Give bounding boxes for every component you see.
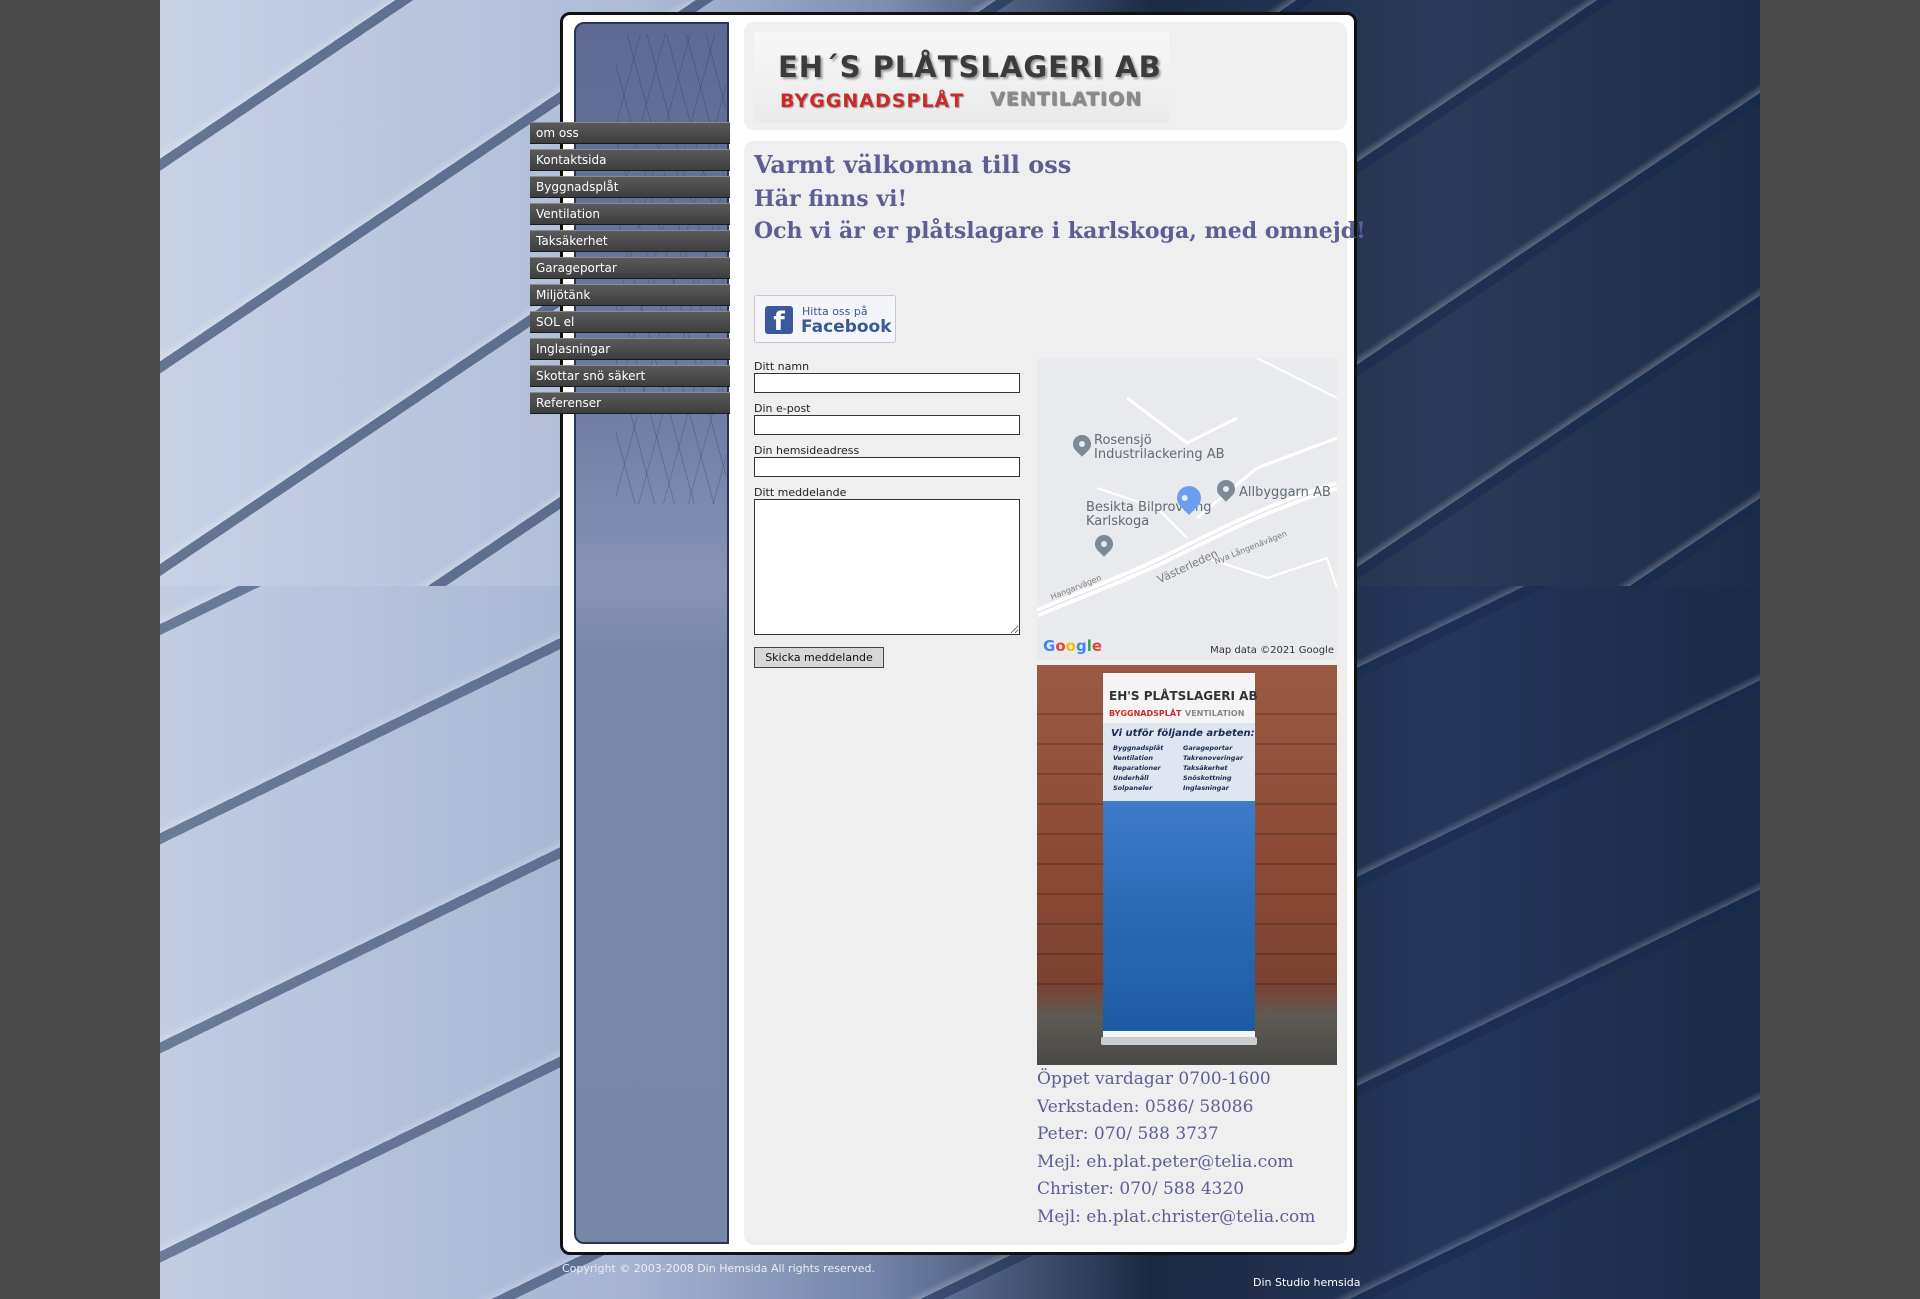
banner-image-area (1103, 801, 1255, 1031)
banner-list-item: Byggnadsplåt (1113, 744, 1164, 752)
facebook-button[interactable]: f Hitta oss på Facebook (754, 295, 896, 343)
menu-item-ventilation[interactable]: Ventilation (530, 203, 730, 225)
company-logo[interactable]: EH´S PLÅTSLAGERI AB BYGGNADSPLÅT VENTILA… (754, 32, 1169, 123)
tagline-heading: Och vi är er plåtslagare i karlskoga, me… (754, 218, 1366, 244)
name-label: Ditt namn (754, 360, 810, 373)
banner-list-item: Taksäkerhet (1183, 764, 1228, 772)
menu-item-taksakerhet[interactable]: Taksäkerhet (530, 230, 730, 252)
banner-list-item: Underhåll (1113, 774, 1149, 782)
opening-hours: Öppet vardagar 0700-1600 (1037, 1069, 1271, 1089)
christer-phone: Christer: 070/ 588 4320 (1037, 1179, 1245, 1199)
map-credit: Map data ©2021 Google (1210, 645, 1334, 656)
banner-list-item: Solpaneler (1113, 784, 1153, 792)
google-logo: Google (1043, 637, 1103, 655)
welcome-heading: Varmt välkomna till oss (754, 150, 1072, 179)
banner-list-item: Reparationer (1113, 764, 1161, 772)
menu-item-om-oss[interactable]: om oss (530, 122, 730, 144)
email-label: Din e-post (754, 402, 811, 415)
location-heading: Här finns vi! (754, 186, 908, 212)
banner-list-left: Byggnadsplåt Ventilation Reparationer Un… (1113, 743, 1163, 793)
message-label: Ditt meddelande (754, 486, 847, 499)
google-map[interactable]: Rosensjö Industrilackering AB Allbyggarn… (1037, 358, 1337, 660)
logo-subtitle-ventilation: VENTILATION (990, 88, 1143, 110)
banner-list-item: Snöskottning (1183, 774, 1232, 782)
menu-item-referenser[interactable]: Referenser (530, 392, 730, 414)
website-input[interactable] (754, 457, 1020, 477)
logo-subtitle-byggnadsplat: BYGGNADSPLÅT (780, 90, 965, 112)
email-input[interactable] (754, 415, 1020, 435)
main-menu: om oss Kontaktsida Byggnadsplåt Ventilat… (530, 122, 730, 419)
banner-list-item: Takrenoveringar (1183, 754, 1244, 762)
facebook-icon: f (765, 306, 793, 337)
logo-title: EH´S PLÅTSLAGERI AB (778, 50, 1162, 84)
banner-subtitle-red: BYGGNADSPLÅT (1109, 709, 1182, 718)
menu-item-skottar-sno[interactable]: Skottar snö säkert (530, 365, 730, 387)
menu-item-kontaktsida[interactable]: Kontaktsida (530, 149, 730, 171)
menu-item-garageportar[interactable]: Garageportar (530, 257, 730, 279)
name-input[interactable] (754, 373, 1020, 393)
banner-list-item: Ventilation (1113, 754, 1153, 762)
banner-title: EH'S PLÅTSLAGERI AB (1109, 689, 1258, 703)
menu-item-miljotank[interactable]: Miljötänk (530, 284, 730, 306)
facebook-button-line2: Facebook (801, 317, 892, 337)
website-label: Din hemsideadress (754, 444, 860, 457)
christer-email[interactable]: Mejl: eh.plat.christer@telia.com (1037, 1207, 1315, 1227)
message-textarea[interactable] (754, 499, 1020, 635)
peter-phone: Peter: 070/ 588 3737 (1037, 1124, 1219, 1144)
map-label-allbyggarn: Allbyggarn AB (1239, 485, 1331, 500)
menu-item-inglasningar[interactable]: Inglasningar (530, 338, 730, 360)
banner-subtitle-grey: VENTILATION (1185, 709, 1245, 718)
peter-email[interactable]: Mejl: eh.plat.peter@telia.com (1037, 1152, 1294, 1172)
banner-list-item: Garageportar (1183, 744, 1233, 752)
banner-list-right: Garageportar Takrenoveringar Taksäkerhet… (1183, 743, 1243, 793)
footer-copyright: Copyright © 2003-2008 Din Hemsida All ri… (562, 1262, 875, 1275)
footer-studio-link[interactable]: Din Studio hemsida (1253, 1276, 1361, 1289)
menu-item-byggnadsplat[interactable]: Byggnadsplåt (530, 176, 730, 198)
rollup-banner: EH'S PLÅTSLAGERI AB BYGGNADSPLÅT VENTILA… (1103, 673, 1258, 1043)
menu-item-sol-el[interactable]: SOL el (530, 311, 730, 333)
banner-heading: Vi utför följande arbeten: (1111, 728, 1255, 739)
map-label-rosensjo: Rosensjö Industrilackering AB (1094, 433, 1225, 462)
workshop-phone: Verkstaden: 0586/ 58086 (1037, 1097, 1254, 1117)
banner-stand-base (1101, 1037, 1257, 1045)
banner-photo: EH'S PLÅTSLAGERI AB BYGGNADSPLÅT VENTILA… (1037, 665, 1337, 1065)
banner-list-item: Inglasningar (1183, 784, 1229, 792)
send-message-button[interactable]: Skicka meddelande (754, 647, 884, 668)
